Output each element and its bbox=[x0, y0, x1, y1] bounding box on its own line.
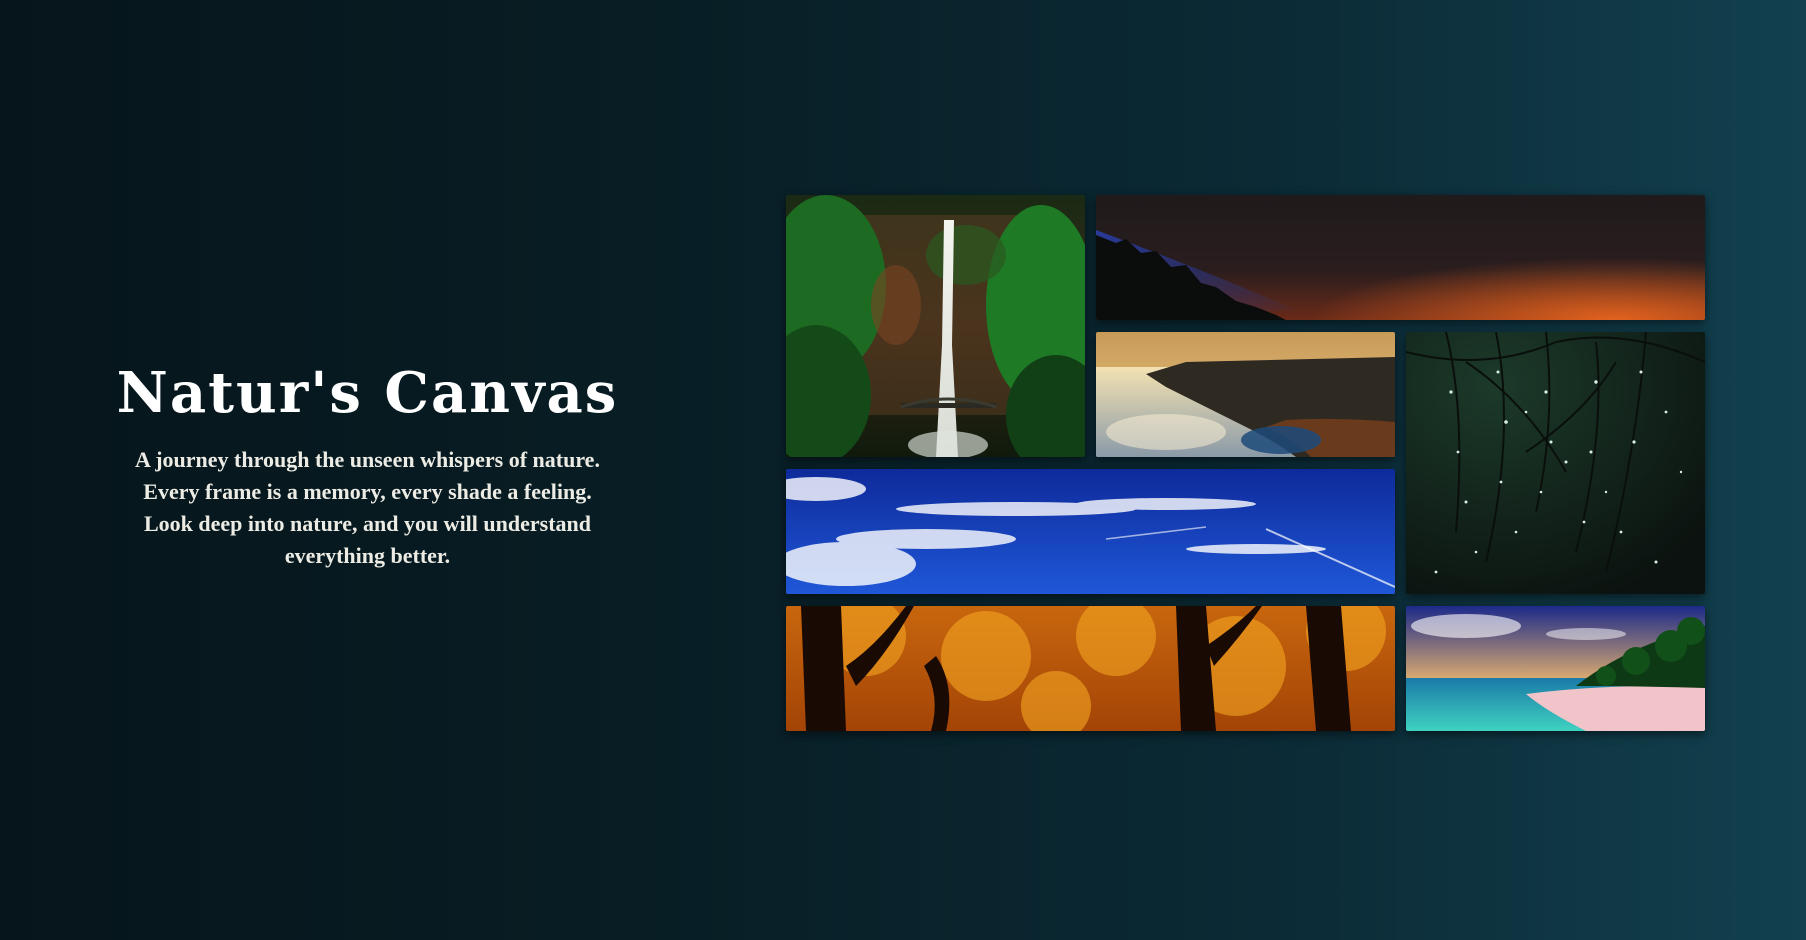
gallery-image-beach[interactable] bbox=[1406, 606, 1705, 731]
description-line: Look deep into nature, and you will unde… bbox=[143, 511, 592, 536]
autumn-photo bbox=[786, 606, 1395, 731]
sky-photo bbox=[786, 469, 1395, 594]
gallery-image-dusk[interactable] bbox=[1096, 195, 1705, 320]
gallery-image-waterfall[interactable] bbox=[786, 195, 1085, 457]
gallery-image-coast[interactable] bbox=[1096, 332, 1395, 457]
dusk-photo bbox=[1096, 195, 1705, 320]
gallery-image-dew[interactable] bbox=[1406, 332, 1705, 594]
waterfall-photo bbox=[786, 195, 1085, 457]
description-line: everything better. bbox=[284, 543, 451, 568]
gallery-image-autumn[interactable] bbox=[786, 606, 1395, 731]
gallery-image-sky[interactable] bbox=[786, 469, 1395, 594]
photo-gallery bbox=[786, 195, 1706, 731]
dew-photo bbox=[1406, 332, 1705, 594]
beach-photo bbox=[1406, 606, 1705, 731]
hero-description: A journey through the unseen whispers of… bbox=[60, 444, 675, 572]
coast-photo bbox=[1096, 332, 1395, 457]
description-line: A journey through the unseen whispers of… bbox=[135, 447, 600, 472]
description-line: Every frame is a memory, every shade a f… bbox=[143, 479, 592, 504]
page-title: Natur's Canvas bbox=[116, 360, 619, 426]
hero-section: Natur's Canvas A journey through the uns… bbox=[60, 360, 675, 572]
